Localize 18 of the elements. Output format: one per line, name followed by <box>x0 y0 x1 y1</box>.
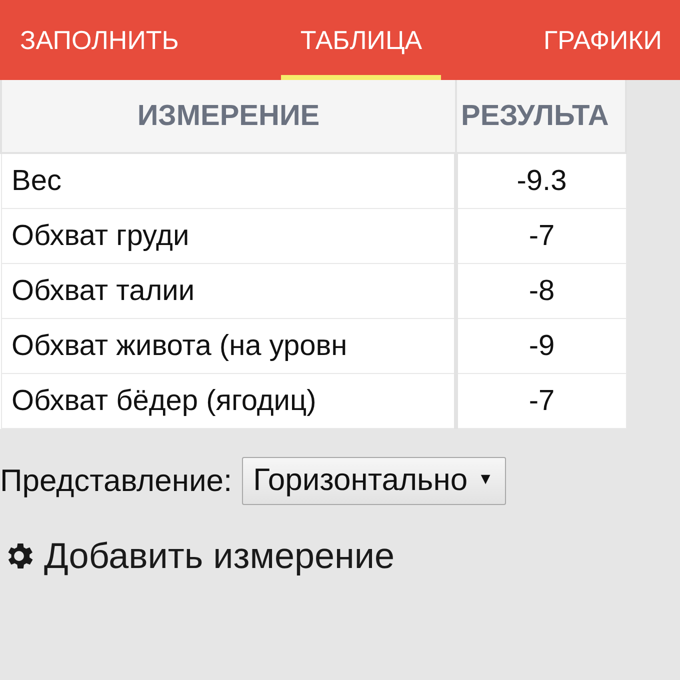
table-cell: Обхват живота (на уровн <box>1 318 456 374</box>
table-cell: Вес <box>1 153 456 208</box>
table-cell: -9.3 <box>456 153 626 208</box>
table-cell: Обхват бёдер (ягодиц) <box>1 374 456 428</box>
column-header: ИЗМЕРЕНИЕ <box>1 80 456 153</box>
view-dropdown[interactable]: Горизонтально ▼ <box>242 457 506 505</box>
table-cell: -7 <box>456 208 626 264</box>
table-cell: Обхват талии <box>1 264 456 318</box>
table-cell: Обхват груди <box>1 208 456 264</box>
table-cell: -9 <box>456 318 626 374</box>
table-cell: -7 <box>456 374 626 428</box>
dropdown-arrow: ▼ <box>478 471 494 489</box>
tab[interactable]: ЗАПОЛНИТЬ <box>18 0 195 80</box>
add-measurement-button[interactable]: Добавить измерение <box>0 535 395 577</box>
column-header: РЕЗУЛЬТА <box>456 80 626 153</box>
table-cell: -8 <box>456 264 626 318</box>
view-label: Представление: <box>0 463 232 499</box>
tab[interactable]: ГРАФИКИ <box>528 0 662 80</box>
